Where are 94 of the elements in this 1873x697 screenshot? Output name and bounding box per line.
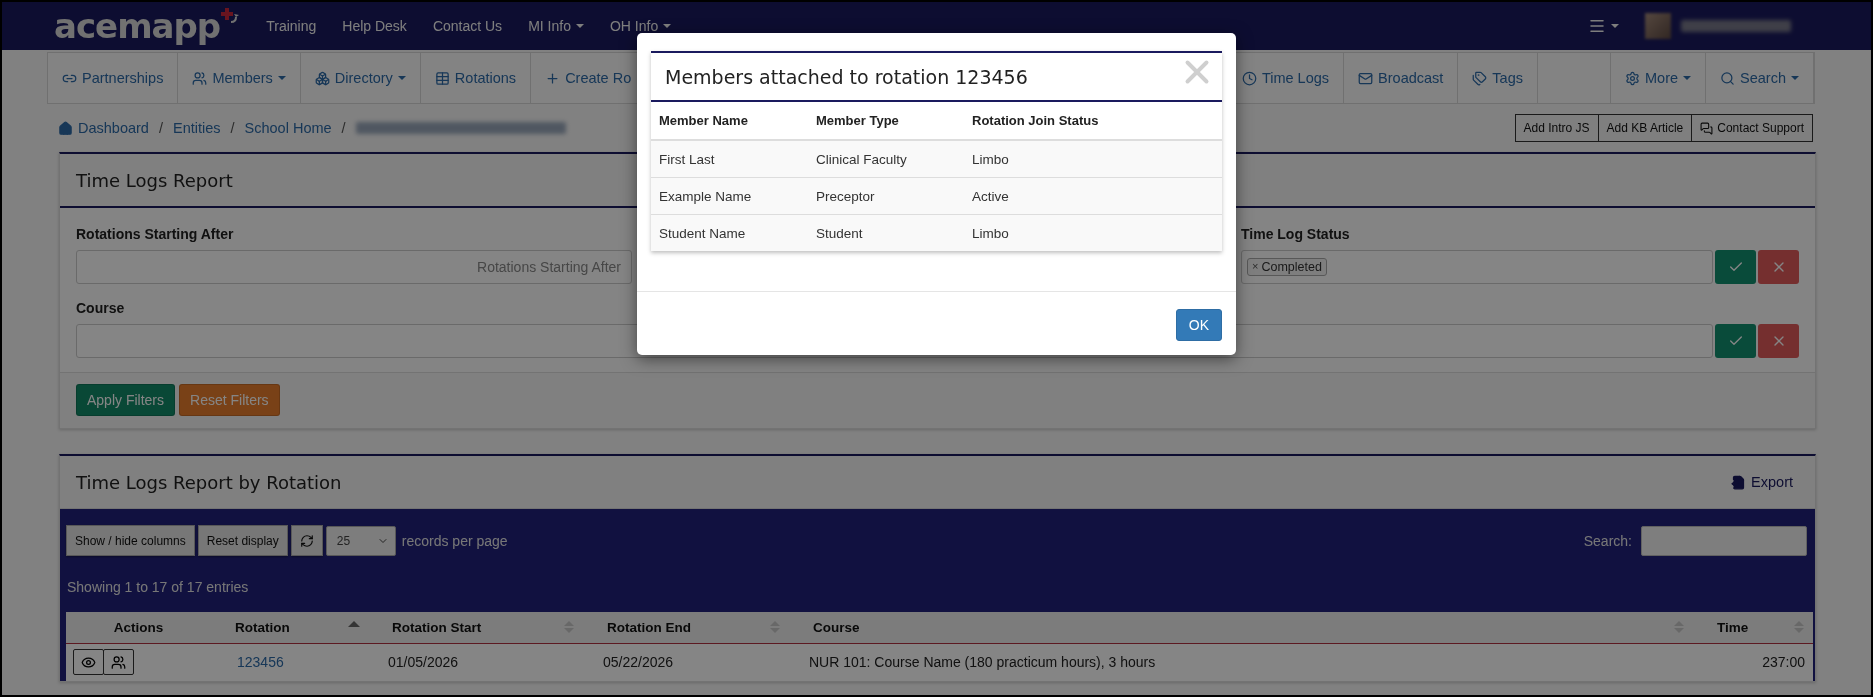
table-cell-text: NUR 101: Course Name (180 practicum hours), 3 hours: [808, 654, 1156, 671]
page-size-select[interactable]: 25: [325, 525, 396, 556]
reset-button[interactable]: Reset Filters: [179, 384, 280, 416]
field-label: Rotations Starting After: [76, 226, 235, 242]
logo-mark-icon: [221, 8, 240, 26]
table-cell: Preceptor: [808, 177, 964, 215]
breadcrumb-link[interactable]: Dashboard: [58, 120, 149, 136]
clear-button[interactable]: [1758, 250, 1799, 284]
nav-item[interactable]: Tags: [1458, 53, 1538, 103]
avatar[interactable]: [1645, 13, 1671, 39]
menu-icon: [1588, 17, 1606, 35]
nav-item[interactable]: More: [1611, 53, 1707, 103]
table-icon: [434, 70, 450, 86]
search-label: Search:: [1583, 532, 1632, 549]
field-label: Time Log Status: [1241, 226, 1351, 242]
apply-button[interactable]: Apply Filters: [76, 384, 176, 416]
table-cell: Student: [808, 214, 964, 251]
nav-link[interactable]: Contact Us: [419, 18, 516, 34]
logo[interactable]: acemapp: [54, 6, 221, 46]
ok-button[interactable]: OK: [1175, 309, 1222, 341]
menu-button[interactable]: [1588, 17, 1619, 35]
column-header[interactable]: Course: [813, 619, 860, 635]
page-size-label: records per page: [401, 532, 508, 549]
confirm-button[interactable]: [1715, 250, 1756, 284]
status-tag[interactable]: × Completed: [1247, 258, 1327, 276]
breadcrumb-link[interactable]: School Home: [244, 120, 332, 136]
breadcrumb-separator: /: [158, 120, 163, 136]
table-cell: Student Name: [651, 214, 808, 251]
column-header[interactable]: Rotation: [235, 619, 290, 635]
caret-icon: [663, 24, 672, 28]
table-cell: 237:00: [1762, 654, 1805, 671]
page-button[interactable]: Add KB Article: [1597, 114, 1693, 142]
table-cell: Example Name: [651, 177, 808, 215]
caret-icon: [1791, 76, 1799, 80]
tags-icon: [1472, 70, 1488, 86]
search-icon: [1720, 70, 1736, 86]
table-cell: Limbo: [964, 140, 1222, 178]
panel-title: Time Logs Report by Rotation: [76, 471, 342, 493]
column-header[interactable]: Time: [1717, 619, 1749, 635]
field-label: Course: [76, 300, 126, 316]
table-cell-text: 05/22/2026: [602, 654, 674, 671]
search-field[interactable]: [1641, 525, 1807, 556]
date-field[interactable]: Rotations Starting After: [76, 250, 632, 284]
gear-icon: [1625, 70, 1640, 86]
table-cell: Limbo: [964, 214, 1222, 251]
clock-icon: [1241, 70, 1257, 86]
panel-title: Time Logs Report: [76, 169, 233, 191]
caret-icon: [575, 24, 584, 28]
caret-icon: [1683, 76, 1692, 80]
caret-icon: [397, 76, 406, 80]
eye-icon: [81, 654, 96, 670]
users-icon: [192, 70, 208, 86]
caret-icon: [1611, 24, 1619, 28]
table-cell: Clinical Faculty: [808, 140, 964, 178]
mail-icon: [1358, 70, 1374, 86]
nav-link[interactable]: MI Info: [515, 18, 597, 34]
export-icon: [1731, 474, 1747, 490]
nav-item[interactable]: Broadcast: [1344, 53, 1459, 103]
home-icon: [58, 120, 73, 136]
table-cell-text: 01/05/2026: [387, 654, 459, 671]
breadcrumb-separator: /: [230, 120, 235, 136]
rotation-link[interactable]: 123456: [219, 654, 284, 671]
caret-icon: [277, 76, 286, 80]
boxes-icon: [314, 70, 330, 86]
nav-item[interactable]: Members: [178, 53, 301, 103]
modal-title: Members attached to rotation 123456: [665, 65, 1028, 88]
table-cell: Active: [964, 177, 1222, 215]
clear-button[interactable]: [1758, 324, 1799, 358]
toolbar-button[interactable]: Reset display: [197, 525, 288, 556]
breadcrumb-link[interactable]: Entities: [172, 120, 221, 136]
nav-link[interactable]: Training: [253, 18, 330, 34]
nav-item[interactable]: Partnerships: [48, 53, 179, 103]
column-header[interactable]: Actions: [113, 619, 164, 635]
plus-icon: [545, 70, 561, 86]
nav-item[interactable]: Rotations: [420, 53, 532, 103]
breadcrumb-separator: /: [341, 120, 346, 136]
view-button[interactable]: [73, 649, 104, 676]
export-link[interactable]: Export: [1731, 474, 1793, 490]
toolbar-button[interactable]: Show / hide columns: [66, 525, 195, 556]
confirm-button[interactable]: [1715, 324, 1756, 358]
nav-item[interactable]: Directory: [300, 53, 421, 103]
nav-link[interactable]: Help Desk: [329, 18, 420, 34]
refresh-button[interactable]: [290, 525, 323, 556]
nav-item[interactable]: Search: [1706, 53, 1814, 103]
page-button[interactable]: Add Intro JS: [1514, 114, 1599, 142]
page-button[interactable]: Contact Support: [1691, 114, 1813, 142]
users-icon: [111, 654, 126, 670]
nav-link[interactable]: OH Info: [596, 18, 685, 34]
chat-icon: [1700, 121, 1714, 135]
table-cell: First Last: [651, 140, 808, 178]
status-select[interactable]: × Completed: [1241, 250, 1713, 284]
entries-summary: Showing 1 to 17 of 17 entries: [67, 579, 250, 595]
members-button[interactable]: [103, 649, 134, 676]
refresh-icon: [299, 533, 314, 548]
